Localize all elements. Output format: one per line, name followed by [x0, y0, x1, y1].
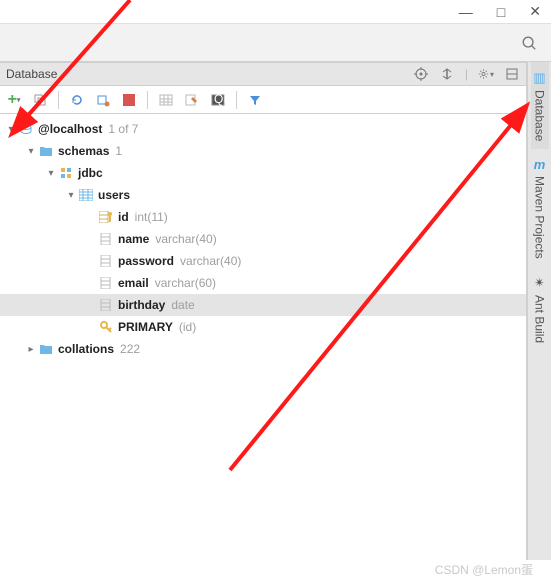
properties-icon[interactable]: [95, 92, 111, 108]
ant-icon: ✴: [534, 275, 545, 291]
database-tree[interactable]: ▾ @localhost 1 of 7 ▾ schemas 1 ▾ jdbc ▾…: [0, 114, 526, 560]
database-panel-header: Database | ▾: [0, 62, 526, 86]
schemas-label: schemas: [58, 144, 109, 158]
edit-icon[interactable]: [184, 92, 200, 108]
primary-cols: (id): [179, 320, 196, 334]
console-icon[interactable]: QL: [210, 92, 226, 108]
tree-column[interactable]: email varchar(60): [0, 272, 526, 294]
primary-label: PRIMARY: [118, 320, 173, 334]
window-min-icon[interactable]: —: [459, 4, 473, 20]
column-icon: [98, 253, 114, 269]
chevron-down-icon[interactable]: ▾: [4, 124, 18, 135]
refresh-icon[interactable]: [69, 92, 85, 108]
tree-schemas[interactable]: ▾ schemas 1: [0, 140, 526, 162]
column-type: int(11): [135, 210, 168, 224]
column-icon: [98, 231, 114, 247]
tree-column-selected[interactable]: birthday date: [0, 294, 526, 316]
column-name: id: [118, 210, 129, 224]
column-name: birthday: [118, 298, 165, 312]
column-type: varchar(40): [180, 254, 241, 268]
key-icon: [98, 319, 114, 335]
gear-icon[interactable]: ▾: [478, 66, 494, 82]
watermark: CSDN @Lemon蛋: [435, 561, 533, 578]
column-type: date: [171, 298, 194, 312]
search-bar: [0, 24, 551, 62]
duplicate-icon[interactable]: [32, 92, 48, 108]
window-max-icon[interactable]: □: [497, 4, 505, 20]
search-icon[interactable]: [521, 35, 537, 51]
schemas-count: 1: [115, 144, 122, 158]
table-icon: [78, 187, 94, 203]
table-label: users: [98, 188, 130, 202]
column-name: email: [118, 276, 149, 290]
table-icon[interactable]: [158, 92, 174, 108]
column-type: varchar(40): [155, 232, 216, 246]
tree-connection[interactable]: ▾ @localhost 1 of 7: [0, 118, 526, 140]
tree-primary-key[interactable]: PRIMARY (id): [0, 316, 526, 338]
schema-icon: [58, 165, 74, 181]
svg-text:QL: QL: [214, 93, 225, 106]
column-name: name: [118, 232, 149, 246]
column-icon: [98, 275, 114, 291]
folder-icon: [38, 341, 54, 357]
maven-icon: m: [534, 157, 546, 172]
chevron-right-icon[interactable]: ▸: [24, 344, 38, 355]
window-titlebar: — □ ✕: [0, 0, 551, 24]
chevron-down-icon[interactable]: ▾: [24, 146, 38, 157]
tree-database[interactable]: ▾ jdbc: [0, 162, 526, 184]
tree-column[interactable]: name varchar(40): [0, 228, 526, 250]
column-icon: [98, 297, 114, 313]
collapse-icon[interactable]: [439, 66, 455, 82]
pk-column-icon: [98, 209, 114, 225]
tree-column[interactable]: id int(11): [0, 206, 526, 228]
tool-window-bar: ▥ Database m Maven Projects ✴ Ant Build: [527, 62, 551, 560]
tree-table[interactable]: ▾ users: [0, 184, 526, 206]
sidetab-maven[interactable]: m Maven Projects: [531, 149, 549, 267]
tree-collations[interactable]: ▸ collations 222: [0, 338, 526, 360]
database-icon: ▥: [533, 70, 545, 86]
tree-column[interactable]: password varchar(40): [0, 250, 526, 272]
sidetab-ant[interactable]: ✴ Ant Build: [531, 267, 549, 351]
connection-hint: 1 of 7: [108, 122, 138, 136]
sidetab-database[interactable]: ▥ Database: [531, 62, 549, 149]
db-label: jdbc: [78, 166, 103, 180]
chevron-down-icon[interactable]: ▾: [44, 168, 58, 179]
stop-icon[interactable]: [121, 92, 137, 108]
add-button[interactable]: +▾: [6, 92, 22, 108]
collations-count: 222: [120, 342, 140, 356]
datasource-icon: [18, 121, 34, 137]
hide-icon[interactable]: [504, 66, 520, 82]
chevron-down-icon[interactable]: ▾: [64, 190, 78, 201]
folder-icon: [38, 143, 54, 159]
column-type: varchar(60): [155, 276, 216, 290]
window-close-icon[interactable]: ✕: [529, 3, 541, 20]
collations-label: collations: [58, 342, 114, 356]
panel-title: Database: [6, 67, 413, 81]
database-toolbar: +▾ QL: [0, 86, 526, 114]
target-icon[interactable]: [413, 66, 429, 82]
filter-icon[interactable]: [247, 92, 263, 108]
connection-label: @localhost: [38, 122, 102, 136]
column-name: password: [118, 254, 174, 268]
